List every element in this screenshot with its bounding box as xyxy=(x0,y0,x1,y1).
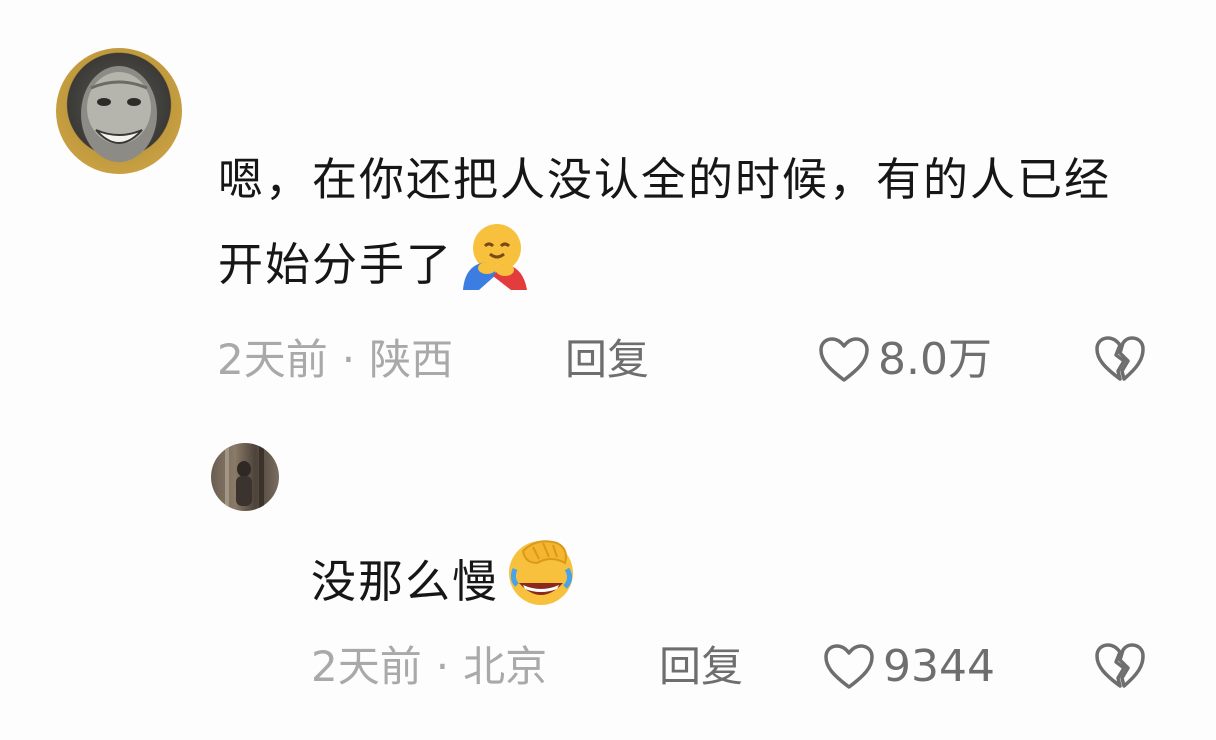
like-button[interactable]: 9344 xyxy=(823,642,995,692)
comment-location: 陕西 xyxy=(369,335,454,384)
meta-separator: · xyxy=(435,642,450,691)
comment-meta: 2天前 · 北京 xyxy=(311,642,547,692)
like-count: 8.0万 xyxy=(878,334,992,385)
comment-text-content: 嗯，在你还把人没认全的时候，有的人已经开始分手了 xyxy=(218,153,1112,291)
comment-time: 2天前 xyxy=(311,642,422,691)
comment-thread: 嗯，在你还把人没认全的时候，有的人已经开始分手了 2天前 · 陕西 回复 8.0万 xyxy=(0,0,1216,740)
like-count: 9344 xyxy=(883,641,995,692)
broken-heart-icon xyxy=(1095,336,1145,381)
like-button[interactable]: 8.0万 xyxy=(818,335,992,385)
meta-separator: · xyxy=(341,335,356,384)
reply-button[interactable]: 回复 xyxy=(659,642,743,692)
reply-button[interactable]: 回复 xyxy=(565,335,649,385)
comment-meta: 2天前 · 陕西 xyxy=(217,335,453,385)
heart-icon xyxy=(819,337,869,382)
hugging-face-emoji-icon xyxy=(457,220,529,317)
dislike-button[interactable] xyxy=(1094,335,1146,387)
comment-text: 嗯，在你还把人没认全的时候，有的人已经开始分手了 xyxy=(218,140,1138,317)
avatar[interactable] xyxy=(211,443,279,511)
reply-comment-text: 没那么慢 xyxy=(311,533,911,634)
laughing-covering-face-emoji-icon xyxy=(503,533,579,634)
comment-location: 北京 xyxy=(463,642,548,691)
comment-time: 2天前 xyxy=(217,335,328,384)
broken-heart-icon xyxy=(1095,643,1145,688)
avatar-figure-icon xyxy=(225,443,264,511)
dislike-button[interactable] xyxy=(1094,642,1146,694)
heart-icon xyxy=(824,644,874,689)
avatar[interactable] xyxy=(56,48,182,174)
comment-text-content: 没那么慢 xyxy=(311,555,500,608)
avatar-face-icon xyxy=(81,66,157,162)
